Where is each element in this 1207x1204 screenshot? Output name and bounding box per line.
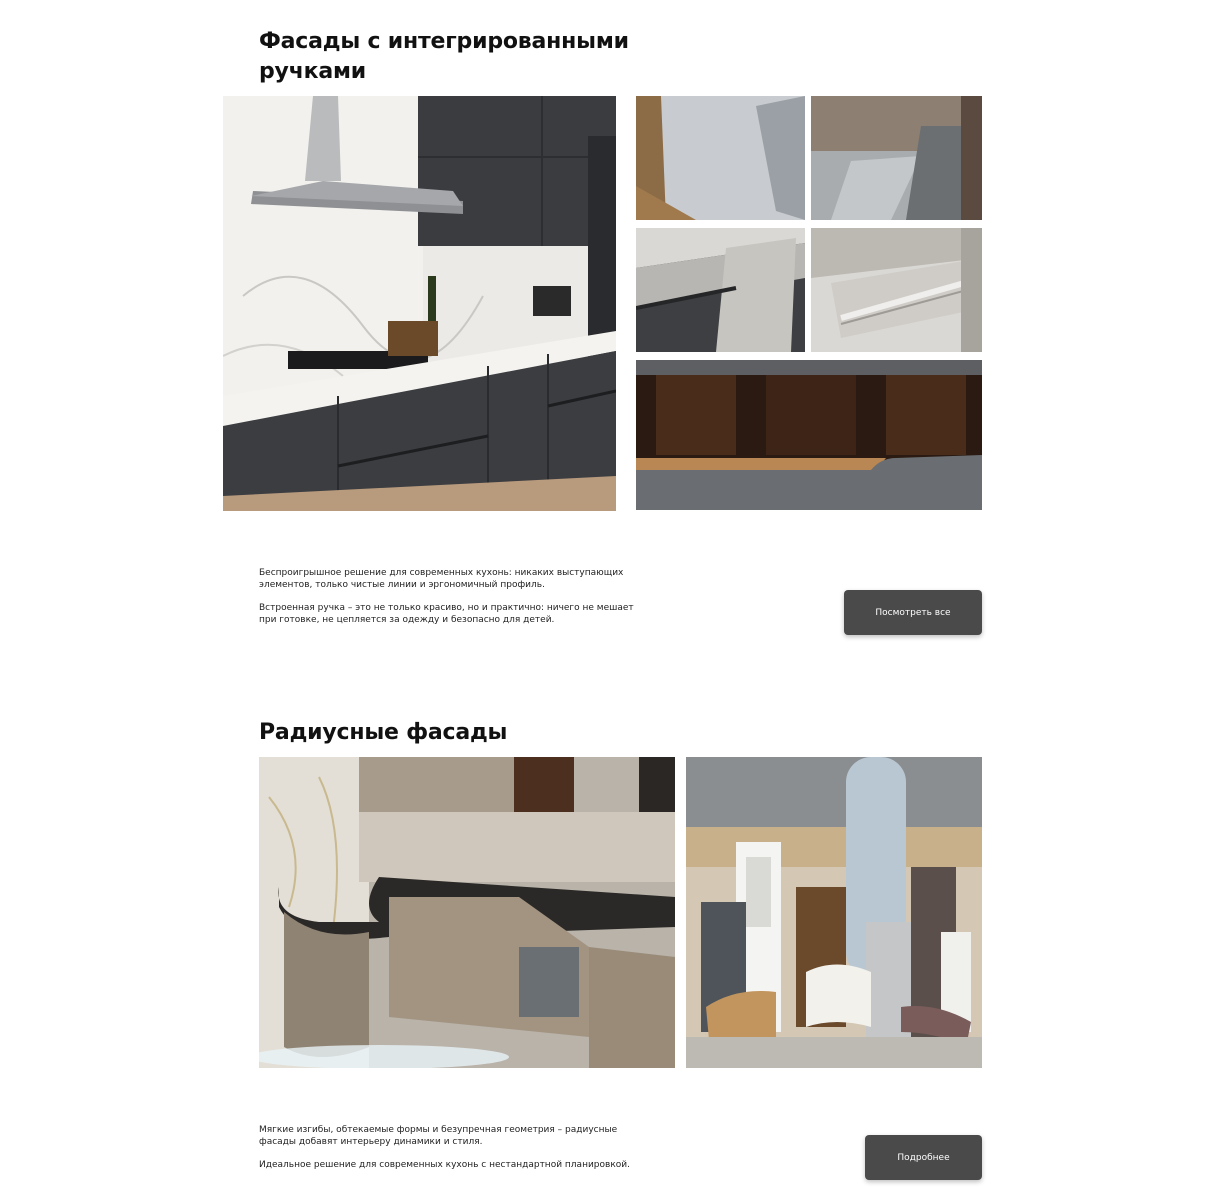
handle-detail-photo-3	[636, 228, 805, 352]
section1-paragraph-1: Беспроигрышное решение для современных к…	[259, 568, 624, 590]
handle-detail-photo-4	[811, 228, 982, 352]
more-details-button[interactable]: Подробнее	[865, 1135, 982, 1180]
radius-kitchen-photo	[259, 757, 675, 1068]
view-all-button[interactable]: Посмотреть все	[844, 590, 982, 635]
handle-detail-photo-2	[811, 96, 982, 220]
section2-paragraph-2: Идеальное решение для современных кухонь…	[259, 1160, 630, 1170]
handle-detail-photo-5	[636, 360, 982, 510]
section-title-integrated-handles: Фасады с интегрированными ручками	[259, 29, 629, 84]
section2-paragraph-1: Мягкие изгибы, обтекаемые формы и безупр…	[259, 1125, 618, 1147]
section1-paragraph-2: Встроенная ручка – это не только красиво…	[259, 603, 634, 625]
handle-detail-photo-1	[636, 96, 805, 220]
section-title-radius-facades: Радиусные фасады	[259, 720, 508, 745]
kitchen-integrated-handles-photo	[223, 96, 616, 511]
radius-facades-samples-photo	[686, 757, 982, 1068]
